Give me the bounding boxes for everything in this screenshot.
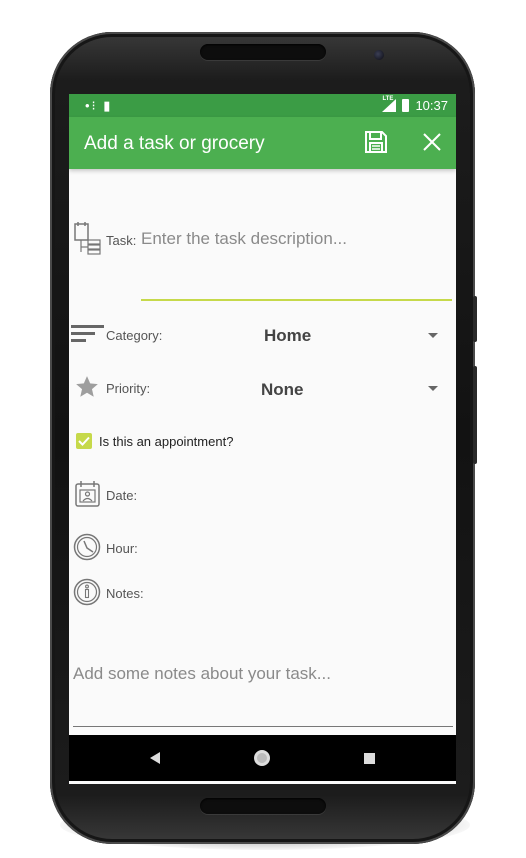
volume-button — [473, 366, 477, 464]
app-bar: Add a task or grocery — [69, 117, 456, 169]
task-input-underline — [141, 299, 452, 301]
close-icon[interactable] — [419, 129, 445, 155]
hour-label: Hour: — [106, 541, 138, 556]
calendar-icon — [75, 481, 100, 507]
recents-icon[interactable] — [364, 753, 375, 764]
top-speaker — [200, 44, 326, 60]
clock-icon — [73, 533, 101, 561]
appointment-checkbox[interactable] — [76, 433, 92, 449]
priority-caret-icon[interactable] — [428, 386, 438, 391]
notes-label: Notes: — [106, 586, 144, 601]
date-label: Date: — [106, 488, 138, 503]
signal-icon: LTE — [382, 96, 397, 112]
battery-icon — [402, 99, 410, 112]
priority-select[interactable]: None — [261, 380, 304, 400]
checkmark-icon — [78, 436, 90, 446]
task-description-input[interactable]: Enter the task description... — [141, 229, 451, 249]
star-icon — [76, 376, 98, 397]
status-bar: •⁝ ▮ LTE 10:37 — [69, 94, 456, 117]
notification-icons: •⁝ ▮ — [85, 98, 113, 113]
category-caret-icon[interactable] — [428, 333, 438, 338]
save-icon[interactable] — [363, 129, 389, 155]
info-icon — [73, 578, 101, 606]
task-list-icon — [74, 222, 101, 255]
category-select[interactable]: Home — [264, 326, 311, 346]
clock: 10:37 — [415, 98, 448, 113]
category-icon — [71, 325, 104, 342]
navigation-bar — [69, 735, 456, 781]
notes-input-underline — [73, 726, 453, 727]
task-label: Task: — [106, 233, 137, 248]
power-button — [473, 296, 477, 342]
app-screen: •⁝ ▮ LTE 10:37 Add a task or grocery Tas… — [69, 94, 456, 784]
appointment-label: Is this an appointment? — [99, 434, 234, 449]
network-type: LTE — [382, 96, 394, 102]
notes-input[interactable]: Add some notes about your task... — [73, 664, 453, 684]
home-icon[interactable] — [254, 750, 270, 766]
back-icon[interactable] — [150, 752, 160, 764]
front-camera — [374, 50, 384, 60]
bottom-speaker — [200, 798, 326, 814]
category-label: Category: — [106, 328, 163, 343]
page-title: Add a task or grocery — [84, 133, 265, 154]
priority-label: Priority: — [106, 381, 151, 396]
